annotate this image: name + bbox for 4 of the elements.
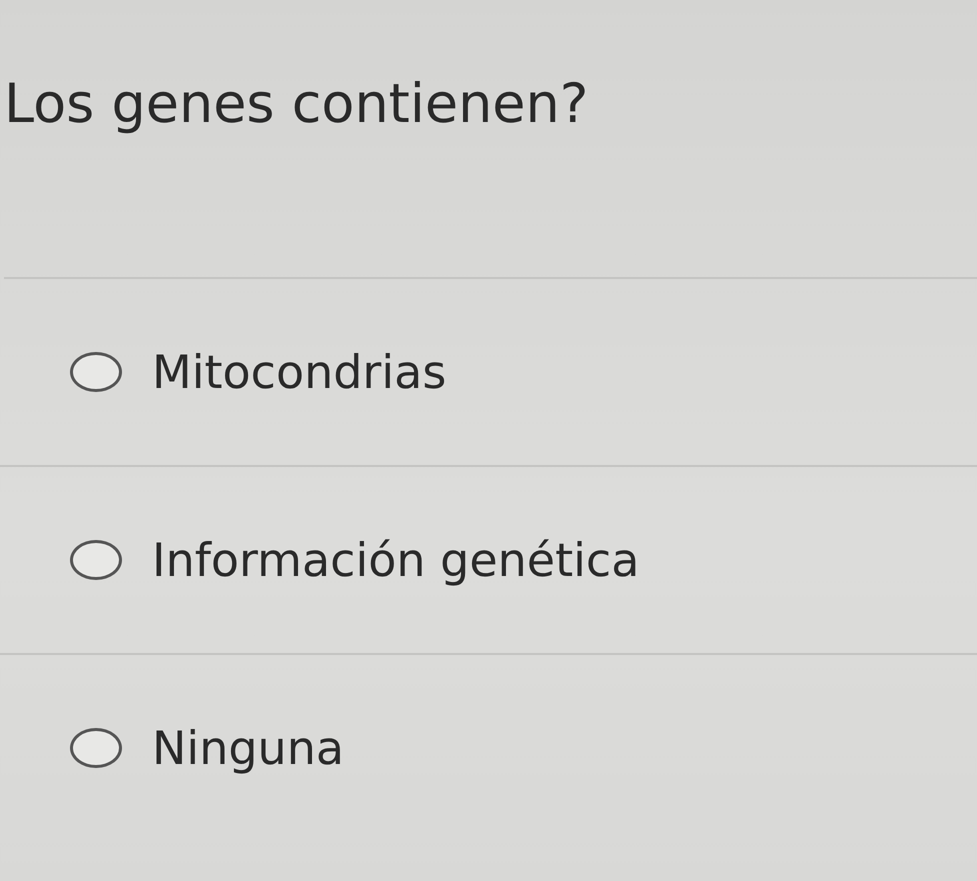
option-label[interactable]: Ninguna [152,720,344,775]
option-label[interactable]: Información genética [152,532,640,587]
question-text: Los genes contienen? [4,72,977,279]
option-label[interactable]: Mitocondrias [152,344,446,399]
